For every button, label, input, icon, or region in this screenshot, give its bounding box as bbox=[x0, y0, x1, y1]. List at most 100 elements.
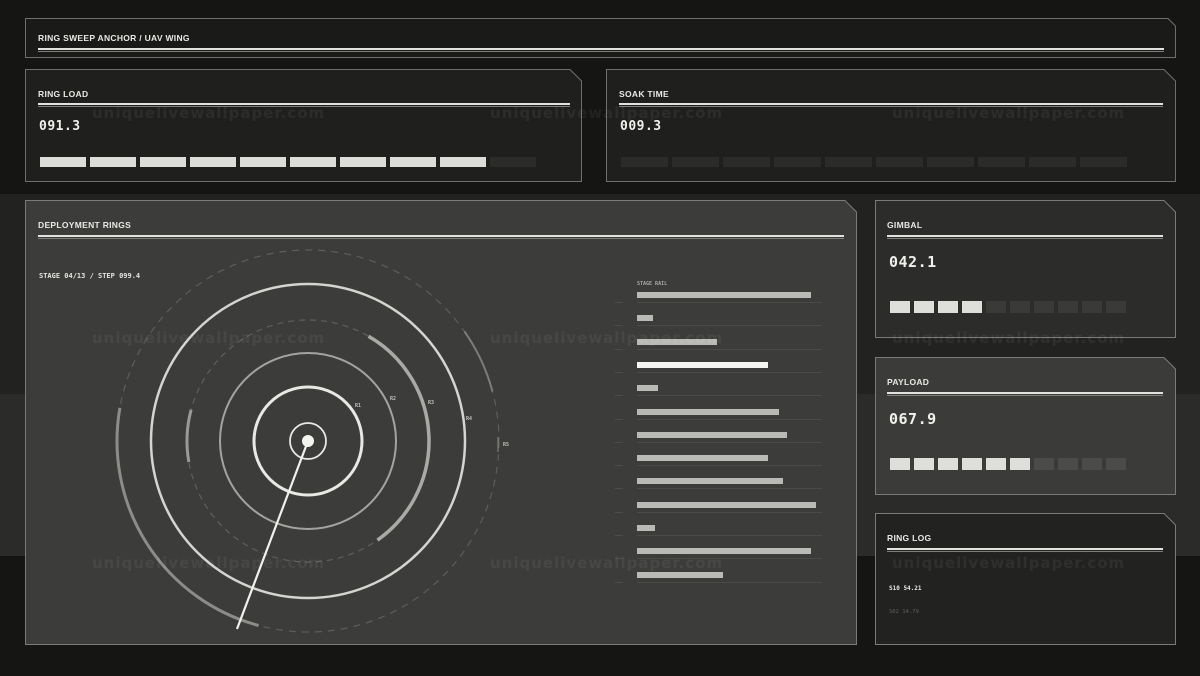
level-segment bbox=[621, 157, 668, 167]
level-segment bbox=[890, 458, 910, 470]
level-segment bbox=[978, 157, 1025, 167]
level-segment bbox=[1058, 301, 1078, 313]
stage-rail-tick bbox=[615, 302, 623, 303]
soak-time-title: SOAK TIME bbox=[619, 89, 669, 99]
stage-rail-track bbox=[637, 535, 822, 536]
level-segment bbox=[1106, 458, 1126, 470]
stage-rail-tick bbox=[615, 581, 623, 583]
stage-rail-bar bbox=[637, 361, 768, 368]
payload-value: 067.9 bbox=[889, 410, 937, 428]
ring-log-panel: RING LOG S10 54.21 S02 14.79 bbox=[875, 513, 1176, 645]
level-segment bbox=[938, 301, 958, 313]
level-segment bbox=[723, 157, 770, 167]
stage-rail-track bbox=[637, 488, 822, 490]
stage-rail-tick bbox=[615, 348, 623, 350]
header-panel: RING SWEEP ANCHOR / UAV WING bbox=[25, 18, 1176, 58]
level-segment bbox=[190, 157, 236, 167]
ring-load-value: 091.3 bbox=[39, 119, 81, 134]
header-rule bbox=[38, 48, 1164, 52]
ring-r3-arc bbox=[185, 409, 193, 463]
ring-log-title: RING LOG bbox=[887, 533, 932, 543]
level-segment bbox=[1034, 458, 1054, 470]
level-segment bbox=[390, 157, 436, 167]
stage-rail-track bbox=[637, 325, 822, 327]
payload-panel: PAYLOAD 067.9 bbox=[875, 357, 1176, 495]
payload-title: PAYLOAD bbox=[887, 377, 930, 387]
stage-rail-bar bbox=[637, 501, 816, 508]
stage-rail-tick bbox=[615, 511, 623, 513]
gimbal-level-bar bbox=[890, 301, 1130, 313]
header-frame bbox=[25, 18, 1176, 58]
stage-rail-tick bbox=[615, 395, 623, 397]
soak-time-value: 009.3 bbox=[620, 119, 662, 134]
ring-label: R4 bbox=[466, 416, 472, 422]
gimbal-rule bbox=[887, 235, 1163, 239]
level-segment bbox=[1010, 301, 1030, 313]
level-segment bbox=[774, 157, 821, 167]
stage-rail-track bbox=[637, 511, 822, 513]
stage-rail-tick bbox=[615, 535, 623, 536]
gimbal-panel: GIMBAL 042.1 bbox=[875, 200, 1176, 338]
ring-label: R5 bbox=[503, 442, 509, 448]
soak-time-level-bar bbox=[621, 157, 1131, 167]
level-segment bbox=[1106, 301, 1126, 313]
sweep-line bbox=[235, 440, 310, 630]
level-segment bbox=[1080, 157, 1127, 167]
ring-load-level-bar bbox=[40, 157, 540, 167]
ring-label: R2 bbox=[390, 396, 396, 402]
ring-label: R3 bbox=[428, 400, 434, 406]
stage-rail-bar bbox=[637, 478, 783, 485]
page-title: RING SWEEP ANCHOR / UAV WING bbox=[38, 33, 190, 43]
stage-rail-track bbox=[637, 581, 822, 583]
stage-rail-tick bbox=[615, 371, 623, 373]
level-segment bbox=[440, 157, 486, 167]
level-segment bbox=[1082, 301, 1102, 313]
ring-load-title: RING LOAD bbox=[38, 89, 89, 99]
stage-rail-title: STAGE RAIL bbox=[637, 281, 668, 287]
payload-rule bbox=[887, 392, 1163, 396]
level-segment bbox=[490, 157, 536, 167]
stage-rail-bar bbox=[637, 525, 655, 531]
log-entry: S10 54.21 bbox=[889, 585, 922, 592]
ring-load-rule bbox=[38, 103, 570, 107]
stage-rail-bar bbox=[637, 548, 811, 555]
level-segment bbox=[672, 157, 719, 167]
log-entry: S02 14.79 bbox=[889, 609, 919, 615]
stage-rail-bar bbox=[637, 385, 658, 392]
stage-rail-track bbox=[637, 348, 822, 350]
ring-r3-arc bbox=[367, 334, 431, 542]
level-segment bbox=[340, 157, 386, 167]
stage-rail-track bbox=[637, 558, 822, 560]
stage-rail-bar bbox=[637, 292, 811, 298]
level-segment bbox=[1082, 458, 1102, 470]
stage-rail-tick bbox=[615, 418, 623, 420]
stage-rail-track bbox=[637, 302, 822, 303]
stage-rail-tick bbox=[615, 558, 623, 560]
level-segment bbox=[986, 301, 1006, 313]
level-segment bbox=[890, 301, 910, 313]
level-segment bbox=[962, 458, 982, 470]
stage-rail-tick bbox=[615, 488, 623, 490]
gimbal-title: GIMBAL bbox=[887, 220, 923, 230]
stage-rail-bar bbox=[637, 408, 779, 415]
stage-rail-bar bbox=[637, 315, 653, 322]
level-segment bbox=[240, 157, 286, 167]
stage-rail-track bbox=[637, 395, 822, 397]
ring-log-rule bbox=[887, 548, 1163, 552]
stage-rail-track bbox=[637, 418, 822, 420]
level-segment bbox=[1058, 458, 1078, 470]
level-segment bbox=[40, 157, 86, 167]
ring-r5-arc bbox=[463, 330, 494, 392]
level-segment bbox=[914, 458, 934, 470]
gimbal-value: 042.1 bbox=[889, 253, 937, 271]
stage-rail-bar bbox=[637, 431, 787, 438]
level-segment bbox=[986, 458, 1006, 470]
level-segment bbox=[1029, 157, 1076, 167]
ring-label: R1 bbox=[355, 403, 361, 409]
stage-rail-bar bbox=[637, 455, 768, 462]
soak-time-panel: SOAK TIME 009.3 bbox=[606, 69, 1176, 182]
level-segment bbox=[1010, 458, 1030, 470]
stage-rail-track bbox=[637, 465, 822, 467]
soak-time-rule bbox=[619, 103, 1163, 107]
deployment-rings-panel: DEPLOYMENT RINGS STAGE 04/13 / STEP 099.… bbox=[25, 200, 857, 645]
